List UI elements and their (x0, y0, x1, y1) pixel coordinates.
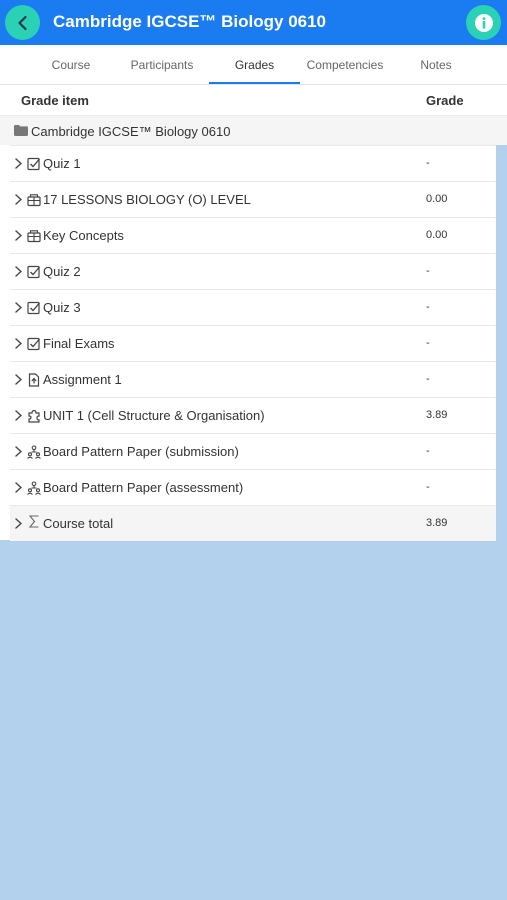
chevron-right-icon[interactable] (15, 158, 22, 169)
grade-value: - (426, 157, 430, 169)
quiz-icon (27, 301, 40, 315)
grade-row-unit-1[interactable]: UNIT 1 (Cell Structure & Organisation) 3… (10, 397, 496, 433)
grade-item-label: Board Pattern Paper (assessment) (43, 480, 244, 495)
quiz-icon (27, 157, 40, 171)
chevron-right-icon[interactable] (15, 302, 22, 313)
grade-value: - (426, 265, 430, 277)
grade-row-final-exams[interactable]: Final Exams - (10, 325, 496, 361)
folder-icon (14, 125, 28, 136)
grade-item-label: Assignment 1 (43, 372, 122, 387)
workshop-icon (27, 445, 41, 459)
grade-value: - (426, 373, 430, 385)
chevron-right-icon[interactable] (15, 266, 22, 277)
chevron-left-icon (17, 15, 27, 30)
grade-value: - (426, 301, 430, 313)
lesson-icon (27, 194, 41, 207)
grade-item-label: Quiz 1 (43, 156, 81, 171)
table-header: Grade item Grade (0, 85, 507, 115)
app-header: Cambridge IGCSE™ Biology 0610 (0, 0, 507, 45)
category-label: Cambridge IGCSE™ Biology 0610 (31, 124, 231, 139)
grade-value: 3.89 (426, 409, 448, 421)
quiz-icon (27, 337, 40, 351)
grade-item-label: UNIT 1 (Cell Structure & Organisation) (43, 408, 265, 423)
category-row: Cambridge IGCSE™ Biology 0610 (0, 115, 507, 145)
grade-row-quiz-3[interactable]: Quiz 3 - (10, 289, 496, 325)
tab-notes[interactable]: Notes (400, 45, 472, 85)
page-title: Cambridge IGCSE™ Biology 0610 (53, 12, 327, 31)
column-header-grade: Grade (426, 93, 464, 108)
grade-item-label: Quiz 3 (43, 300, 81, 315)
grade-item-label: Course total (43, 516, 114, 531)
sigma-icon (28, 515, 39, 528)
quiz-icon (27, 265, 40, 279)
lesson-icon (27, 230, 41, 243)
grade-row-key-concepts[interactable]: Key Concepts 0.00 (10, 217, 496, 253)
tab-course[interactable]: Course (30, 45, 112, 85)
puzzle-icon (28, 409, 40, 423)
grade-value: 0.00 (426, 193, 448, 205)
tab-participants[interactable]: Participants (118, 45, 206, 85)
active-tab-indicator (209, 82, 300, 84)
grade-row-course-total[interactable]: Course total 3.89 (10, 505, 496, 541)
assignment-icon (28, 373, 40, 387)
grade-row-board-submission[interactable]: Board Pattern Paper (submission) - (10, 433, 496, 469)
grade-row-assignment-1[interactable]: Assignment 1 - (10, 361, 496, 397)
grade-item-label: Final Exams (43, 336, 115, 351)
chevron-right-icon[interactable] (15, 482, 22, 493)
grade-row-board-assessment[interactable]: Board Pattern Paper (assessment) - (10, 469, 496, 505)
tab-grades[interactable]: Grades (209, 45, 300, 85)
grade-item-label: Board Pattern Paper (submission) (43, 444, 239, 459)
grade-row-quiz-2[interactable]: Quiz 2 - (10, 253, 496, 289)
chevron-right-icon[interactable] (15, 230, 22, 241)
back-button[interactable] (5, 5, 40, 40)
grade-value: 3.89 (426, 517, 448, 529)
grade-value: - (426, 445, 430, 457)
info-icon (474, 13, 493, 32)
grade-row-17-lessons[interactable]: 17 LESSONS BIOLOGY (O) LEVEL 0.00 (10, 181, 496, 217)
info-button[interactable] (466, 5, 501, 40)
grade-row-quiz-1[interactable]: Quiz 1 - (10, 145, 496, 181)
workshop-icon (27, 481, 41, 495)
chevron-right-icon[interactable] (15, 446, 22, 457)
chevron-right-icon[interactable] (15, 410, 22, 421)
grade-item-label: 17 LESSONS BIOLOGY (O) LEVEL (43, 192, 251, 207)
chevron-right-icon[interactable] (15, 374, 22, 385)
grade-item-label: Key Concepts (43, 228, 124, 243)
grade-value: 0.00 (426, 229, 448, 241)
column-header-grade-item: Grade item (21, 93, 89, 108)
tab-bar: Course Participants Grades Competencies … (0, 45, 507, 85)
grade-value: - (426, 337, 430, 349)
background-strip (496, 145, 507, 540)
chevron-right-icon[interactable] (15, 194, 22, 205)
chevron-right-icon[interactable] (15, 518, 22, 529)
tab-competencies[interactable]: Competencies (300, 45, 390, 85)
grade-item-label: Quiz 2 (43, 264, 81, 279)
chevron-right-icon[interactable] (15, 338, 22, 349)
grades-table: Grade item Grade Cambridge IGCSE™ Biolog… (0, 85, 507, 541)
grade-value: - (426, 481, 430, 493)
